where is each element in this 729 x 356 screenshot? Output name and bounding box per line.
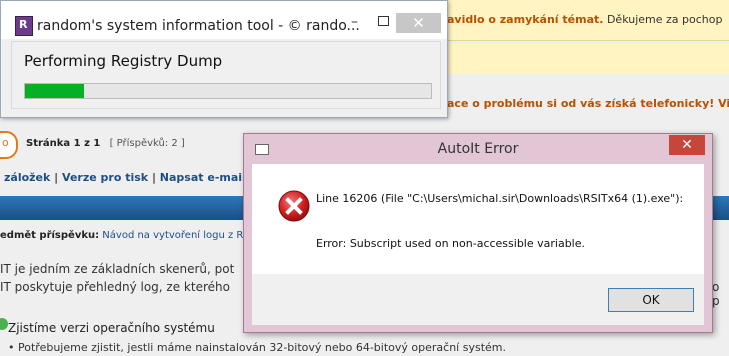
section-heading: Zjistíme verzi operačního systému (8, 321, 215, 335)
rules-link[interactable]: avidlo o zamykání témat. (447, 13, 603, 26)
error-message-text: Error: Subscript used on non-accessible … (316, 237, 585, 250)
topic-links-bar: záložek | Verze pro tisk | Napsat e-mail (4, 171, 246, 184)
dialog-titlebar[interactable]: AutoIt Error ✕ (244, 134, 712, 164)
print-link[interactable]: Verze pro tisk (62, 171, 148, 184)
posts-count: [ Příspěvků: 2 ] (109, 138, 185, 149)
link-separator: | (148, 171, 160, 184)
error-location-text: Line 16206 (File "C:\Users\michal.sir\Do… (316, 192, 684, 205)
dialog-footer: OK (252, 274, 704, 325)
subject-label: edmět příspěvku: (0, 230, 100, 241)
dialog-close-button[interactable]: ✕ (669, 135, 705, 155)
notice-rest-text: Děkujeme za pochop (603, 13, 723, 26)
autoit-error-dialog: AutoIt Error ✕ Line 16206 (File "C:\User… (243, 133, 713, 333)
post-subject: edmět příspěvku: Návod na vytvoření logu… (0, 230, 243, 241)
dialog-content: Line 16206 (File "C:\Users\michal.sir\Do… (252, 164, 704, 325)
rsit-status-panel: Performing Registry Dump (11, 41, 441, 109)
rsit-app-icon-letter: R (19, 18, 28, 31)
rsit-window: R random's system information tool - © r… (0, 0, 448, 118)
pagination-info: Stránka 1 z 1 [ Příspěvků: 2 ] (26, 138, 185, 149)
reply-button-label: o (2, 136, 9, 149)
progress-bar-fill (25, 84, 84, 98)
progress-bar (24, 83, 432, 99)
link-separator: | (50, 171, 63, 184)
post-body-line-right: o p (712, 280, 720, 308)
ok-button[interactable]: OK (608, 288, 694, 312)
reply-button[interactable]: o (0, 131, 18, 159)
post-body-line: IT je jedním ze základních skenerů, pot (0, 262, 235, 276)
pages-label: Stránka 1 z 1 (26, 138, 101, 149)
email-link[interactable]: Napsat e-mail (160, 171, 246, 184)
checkmark-icon (0, 318, 8, 330)
rsit-titlebar[interactable]: R random's system information tool - © r… (1, 1, 447, 39)
post-body-line: IT poskytuje přehledný log, ze kterého (0, 280, 230, 294)
error-icon (278, 190, 310, 222)
minimize-button[interactable]: – (351, 14, 358, 30)
subject-value[interactable]: Návod na vytvoření logu z R (102, 230, 243, 241)
dialog-title: AutoIt Error (437, 141, 519, 157)
list-item-text: Potřebujeme zjistit, jestli máme nainsta… (18, 341, 506, 354)
maximize-button[interactable] (378, 16, 389, 26)
rsit-status-text: Performing Registry Dump (24, 52, 223, 70)
close-button[interactable]: ✕ (396, 13, 441, 33)
notice-text-rules: avidlo o zamykání témat. Děkujeme za poc… (447, 13, 722, 26)
list-item: • Potřebujeme zjistit, jestli máme nains… (8, 341, 506, 354)
rsit-app-icon: R (15, 16, 33, 36)
rsit-window-title: random's system information tool - © ran… (37, 18, 360, 34)
bookmarks-link[interactable]: záložek (4, 171, 50, 184)
notice-text-phone: ace o problému si od vás získá telefonic… (447, 97, 729, 110)
